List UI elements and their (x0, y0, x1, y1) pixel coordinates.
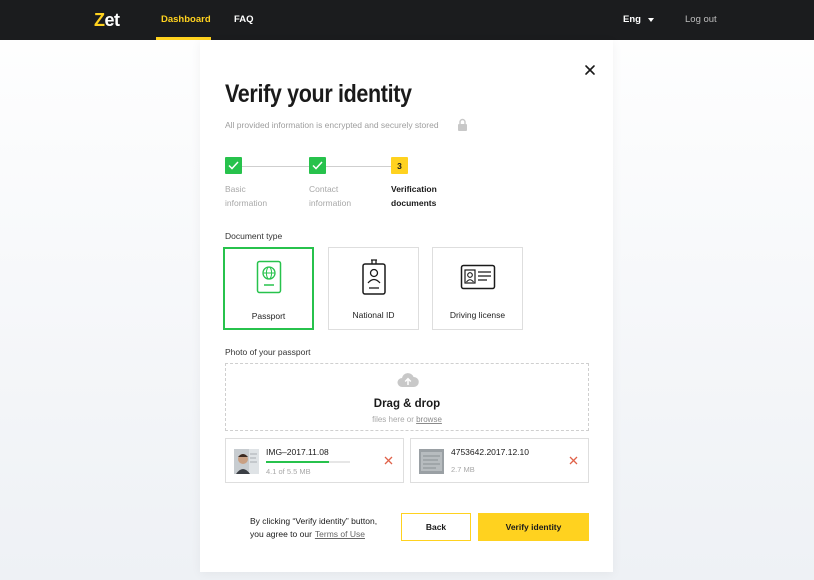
step-2-label: Contact information (309, 182, 389, 210)
checkmark-icon (312, 161, 323, 170)
step-1-label: Basic information (225, 182, 305, 210)
document-option-label: Passport (251, 311, 286, 321)
consent-line-2-text: you agree to our (250, 529, 312, 539)
security-note: All provided information is encrypted an… (225, 120, 439, 130)
document-option-passport[interactable]: Passport (223, 247, 314, 330)
file-size: 4.1 of 5.5 MB (266, 467, 311, 476)
page-title: Verify your identity (225, 80, 412, 108)
document-scan-thumbnail (419, 449, 444, 474)
driving-license-icon (460, 264, 495, 290)
top-nav-bar: Zet Dashboard FAQ Eng Log out (0, 0, 814, 40)
document-option-national-id[interactable]: National ID (328, 247, 419, 330)
document-type-label: Document type (225, 231, 283, 241)
uploaded-file: IMG–2017.11.08 4.1 of 5.5 MB (225, 438, 404, 483)
language-selector[interactable]: Eng (623, 14, 641, 25)
file-name: IMG–2017.11.08 (266, 447, 329, 457)
passport-photo-thumbnail (234, 449, 259, 474)
step-3-label-line1: Verification (391, 184, 437, 194)
chevron-down-icon[interactable] (648, 18, 654, 22)
logo[interactable]: Zet (94, 10, 120, 31)
document-option-driving-license[interactable]: Driving license (432, 247, 523, 330)
step-3-label-line2: documents (391, 198, 437, 208)
remove-file-icon[interactable] (569, 456, 578, 465)
passport-icon (256, 260, 281, 294)
upload-progress-bar (266, 461, 350, 463)
document-option-label: Driving license (449, 310, 506, 320)
verification-card: Verify your identity All provided inform… (200, 40, 613, 572)
step-2-label-line1: Contact (309, 184, 339, 194)
lock-icon (458, 118, 467, 131)
step-1-label-line1: Basic (225, 184, 246, 194)
nav-item-faq[interactable]: FAQ (234, 14, 254, 25)
verify-identity-button[interactable]: Verify identity (478, 513, 589, 541)
document-option-label: National ID (352, 310, 395, 320)
back-button[interactable]: Back (401, 513, 471, 541)
remove-file-icon[interactable] (384, 456, 393, 465)
dropzone-hint: files here or browse (226, 415, 588, 424)
cloud-upload-icon (397, 373, 419, 387)
close-icon[interactable] (583, 63, 597, 77)
browse-link[interactable]: browse (416, 415, 442, 424)
dropzone-hint-text: files here or (372, 415, 414, 424)
step-connector (326, 166, 392, 167)
id-badge-icon (361, 259, 386, 295)
step-2-label-line2: information (309, 198, 352, 208)
step-connector (242, 166, 309, 167)
terms-consent-text: By clicking “Verify identity” button, yo… (250, 515, 400, 541)
file-name: 4753642.2017.12.10 (451, 447, 529, 457)
step-3-number: 3 (391, 157, 408, 174)
step-2-check (309, 157, 326, 174)
file-dropzone[interactable]: Drag & drop files here or browse (225, 363, 589, 431)
uploaded-file: 4753642.2017.12.10 2.7 MB (410, 438, 589, 483)
checkmark-icon (228, 161, 239, 170)
file-size: 2.7 MB (451, 465, 475, 474)
consent-line-1: By clicking “Verify identity” button, (250, 516, 378, 526)
step-1-label-line2: information (225, 198, 268, 208)
terms-of-use-link[interactable]: Terms of Use (315, 529, 365, 539)
photo-upload-label: Photo of your passport (225, 347, 311, 357)
dropzone-title: Drag & drop (373, 398, 441, 410)
consent-line-2: you agree to our Terms of Use (250, 528, 400, 541)
step-1-check (225, 157, 242, 174)
logout-link[interactable]: Log out (685, 14, 717, 25)
step-3-label: Verification documents (391, 182, 471, 210)
nav-item-dashboard[interactable]: Dashboard (161, 14, 211, 25)
logo-text-rest: et (104, 10, 121, 30)
upload-progress-fill (266, 461, 329, 463)
